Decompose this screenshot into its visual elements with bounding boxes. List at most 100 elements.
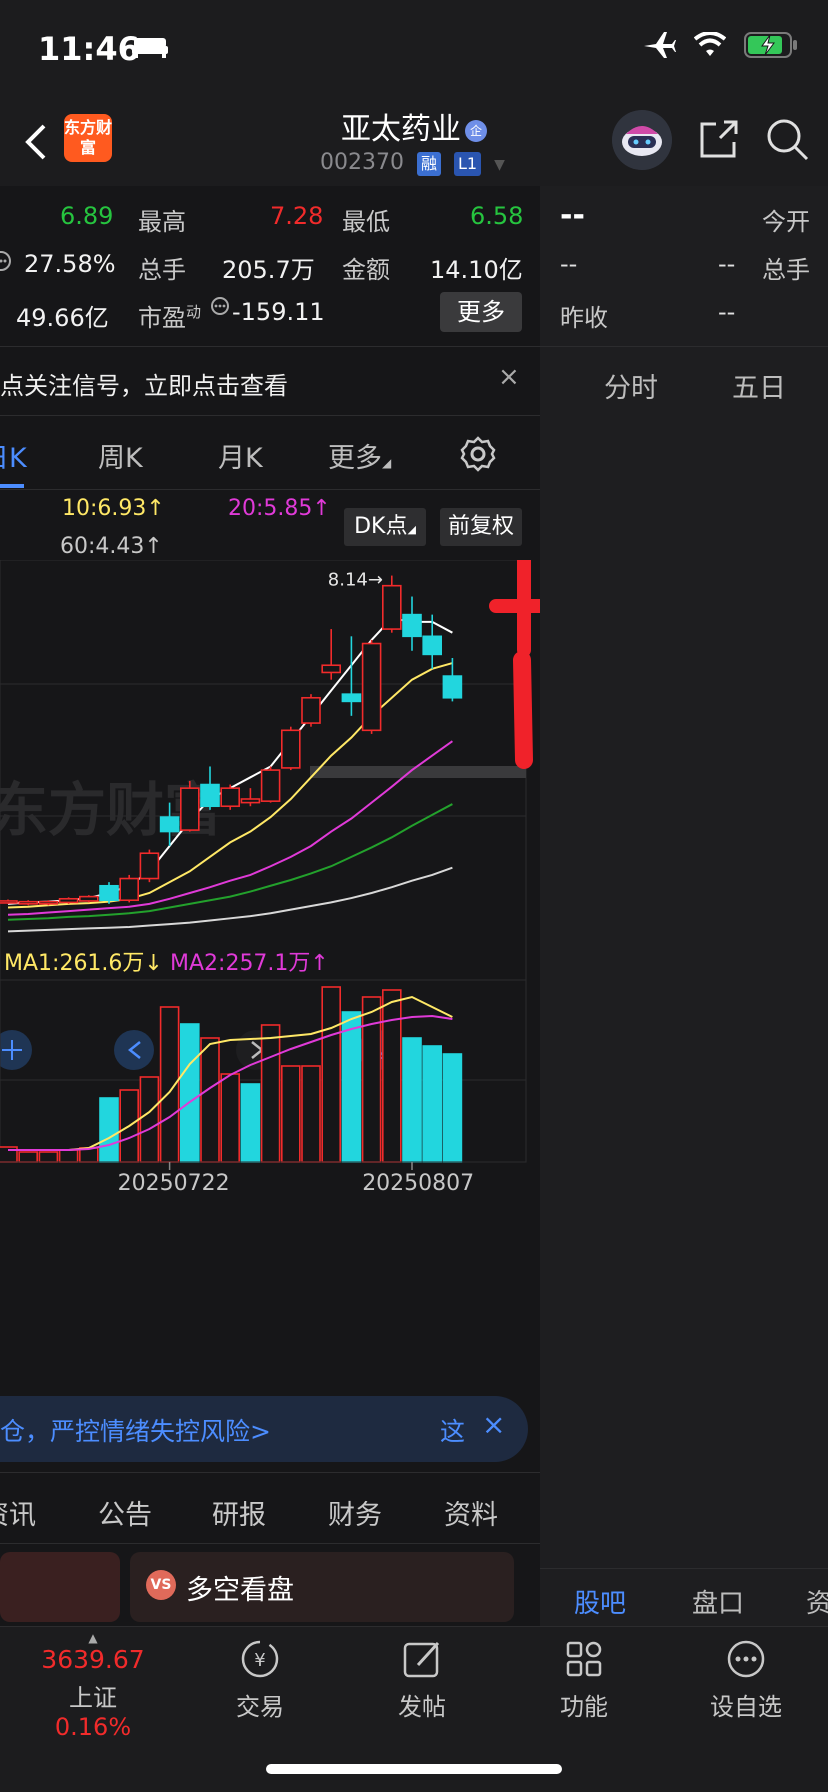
pe-dynamic-sup: 动 (186, 303, 202, 321)
ma60-label: 60:4.43↑ (60, 534, 163, 559)
volume-value: 205.7万 (222, 256, 315, 284)
candle-body (180, 787, 200, 831)
more-quote-button[interactable]: 更多 (440, 292, 522, 332)
news-tabs: 资讯 公告 研报 财务 资料 (0, 1472, 540, 1544)
search-icon[interactable] (764, 116, 810, 162)
tab-pankou[interactable]: 盘口 (692, 1583, 744, 1620)
tab-profile[interactable]: 资料 (444, 1493, 498, 1532)
tab-timeshare[interactable]: 分时 (604, 366, 658, 405)
candle-body (402, 613, 422, 638)
peak-price-label: 8.14→ (328, 570, 383, 591)
notice-close-icon[interactable]: × (498, 362, 520, 392)
edit-icon (403, 1641, 440, 1678)
support-band (310, 766, 526, 778)
right-open-label: 今开 (762, 208, 810, 236)
level1-tag: L1 (454, 152, 482, 176)
high-label: 最高 (138, 208, 186, 236)
stock-code-row[interactable]: 002370 融 L1 ▼ (320, 150, 505, 176)
volume-bar (18, 1151, 39, 1163)
risk-warning-close-icon[interactable]: × (482, 1408, 505, 1441)
tab-day-k[interactable]: 日K (0, 436, 27, 475)
promo-card-left[interactable] (0, 1552, 120, 1622)
ai-robot-avatar[interactable] (612, 110, 672, 170)
trade-button[interactable]: ¥ 交易 (200, 1637, 320, 1722)
more-dots-icon (727, 1640, 765, 1678)
ma20-label: 20:5.85↑ (228, 496, 331, 521)
tab-news[interactable]: 资讯 (0, 1493, 36, 1532)
index-ticker[interactable]: ▲ 3639.67 上证 0.16% (28, 1631, 158, 1741)
tab-more[interactable]: 更多◢ (328, 436, 391, 475)
amount-label: 金额 (342, 256, 390, 284)
tab-guba[interactable]: 股吧 (574, 1583, 626, 1620)
right-prev-close-value: -- (718, 298, 736, 326)
kline-chart[interactable]: 东方财富8.14→MA1:261.6万↓ MA2:257.1万↑20250722 2… (0, 560, 540, 1390)
tab-finance[interactable]: 财务 (328, 1493, 382, 1532)
functions-label: 功能 (560, 1693, 608, 1721)
dropdown-triangle-icon: ▼ (494, 157, 505, 173)
tab-research[interactable]: 研报 (212, 1493, 266, 1532)
notice-text: 点关注信号，立即点击查看 (0, 372, 288, 400)
vol-ma1-label: MA1:261.6万↓ (4, 951, 163, 976)
volume-bar (139, 1076, 160, 1163)
functions-button[interactable]: 功能 (524, 1637, 644, 1722)
gear-icon[interactable] (458, 434, 498, 474)
candle-body (240, 798, 261, 804)
right-value-1: -- (560, 250, 578, 278)
volume-bar (381, 989, 402, 1163)
share-icon[interactable] (698, 118, 740, 160)
bull-bear-card[interactable]: VS 多空看盘 (130, 1552, 514, 1622)
volume-bar (442, 1053, 463, 1163)
volume-bar (260, 1024, 281, 1163)
stock-header: 东方财富 亚太药业企 002370 融 L1 ▼ (0, 96, 828, 186)
volume-bar (301, 1065, 321, 1163)
risk-warning-link[interactable]: 这 (440, 1412, 465, 1448)
home-indicator (266, 1764, 562, 1774)
volume-label: 总手 (138, 256, 186, 284)
index-pct: 0.16% (54, 1713, 132, 1741)
add-watchlist-label: 设自选 (710, 1693, 782, 1721)
more-triangle-icon: ◢ (382, 456, 392, 470)
enterprise-badge-icon: 企 (465, 119, 487, 142)
tab-week-k[interactable]: 周K (98, 436, 143, 475)
right-volume-label: 总手 (762, 256, 810, 284)
volume-bar (240, 1083, 261, 1163)
candle-body (79, 895, 99, 902)
open-value: 6.89 (60, 202, 114, 230)
right-bottom-tabs: 股吧 盘口 资 (540, 1568, 828, 1628)
candle-body (301, 696, 321, 724)
info-dots-icon (0, 251, 11, 271)
stock-name-text: 亚太药业 (341, 112, 461, 147)
x-tick-label: 20250807 (362, 1171, 474, 1196)
add-watchlist-button[interactable]: 设自选 (686, 1637, 806, 1722)
candle-body (38, 900, 59, 905)
candle-body (119, 877, 139, 902)
wifi-icon (694, 32, 726, 56)
notice-bar[interactable]: 点关注信号，立即点击查看 × (0, 348, 540, 416)
risk-warning-text: 仓，严控情绪失控风险> (0, 1417, 271, 1446)
svg-text:¥: ¥ (254, 1650, 265, 1671)
candle-body (381, 584, 402, 630)
trade-icon: ¥ (241, 1640, 279, 1678)
tab-month-k[interactable]: 月K (218, 436, 263, 475)
candle-body (159, 816, 180, 833)
trade-label: 交易 (236, 1693, 284, 1721)
candle-body (442, 675, 463, 699)
risk-warning-bar[interactable]: 仓，严控情绪失控风险> 这 × (0, 1396, 528, 1462)
volume-bar (402, 1037, 422, 1163)
low-label: 最低 (342, 208, 390, 236)
tab-announcement[interactable]: 公告 (98, 1493, 152, 1532)
volume-bar (200, 1037, 220, 1163)
volume-bar (220, 1073, 240, 1163)
tab-zi[interactable]: 资 (806, 1583, 828, 1620)
post-button[interactable]: 发帖 (362, 1637, 482, 1722)
candle-body (361, 642, 382, 732)
tab-five-day[interactable]: 五日 (732, 366, 786, 405)
airplane-icon (644, 32, 676, 58)
dk-point-button[interactable]: DK点◢ (344, 508, 426, 546)
kline-period-tabs: 日K 周K 月K 更多◢ (0, 418, 540, 490)
ma10-label: 10:6.93↑ (62, 496, 165, 521)
stock-code: 002370 (320, 150, 404, 175)
right-panel: -- 今开 -- -- 总手 昨收 -- 分时 五日 (540, 186, 828, 1568)
adjust-mode-button[interactable]: 前复权 (440, 508, 522, 546)
right-value-2: -- (718, 250, 736, 278)
